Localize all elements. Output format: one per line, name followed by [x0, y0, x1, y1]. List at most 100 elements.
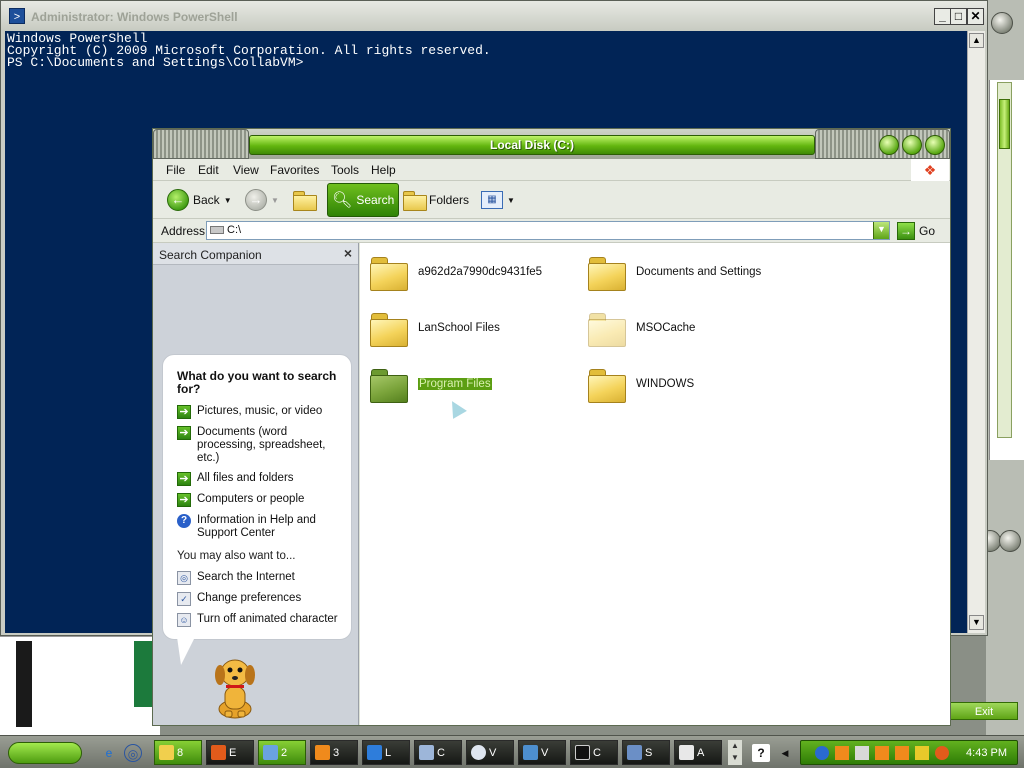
folder-icon	[370, 311, 408, 347]
taskbar-button[interactable]: 3	[310, 740, 358, 765]
option-change-preferences[interactable]: ✓ Change preferences	[177, 592, 347, 606]
tray-network-icon[interactable]	[815, 746, 829, 760]
background-window-right: Exit	[950, 0, 1024, 735]
close-button[interactable]: ✕	[967, 8, 984, 25]
option-label: Pictures, music, or video	[197, 405, 323, 417]
drive-icon	[210, 226, 224, 234]
internet-search-icon: ◎	[177, 571, 191, 585]
option-computers-people[interactable]: ➔ Computers or people	[177, 493, 347, 507]
back-button[interactable]: ← Back ▼	[167, 186, 232, 214]
search-dog-icon[interactable]	[205, 651, 265, 721]
taskbar-scroll-icon[interactable]: ▲ ▼	[728, 740, 742, 765]
dropdown-arrow-icon[interactable]: ▼	[271, 196, 279, 205]
taskbar-button[interactable]: S	[622, 740, 670, 765]
minimize-button[interactable]	[879, 135, 899, 155]
close-icon[interactable]: ×	[344, 245, 352, 261]
views-button[interactable]: ▦ ▼	[481, 186, 515, 214]
menu-file[interactable]: File	[166, 163, 185, 177]
search-companion-title: Search Companion	[159, 248, 262, 262]
media-icon	[471, 745, 486, 760]
up-folder-button[interactable]	[293, 186, 317, 214]
window-button-icon[interactable]	[999, 530, 1021, 552]
taskbar-button[interactable]: A	[674, 740, 722, 765]
menu-help[interactable]: Help	[371, 163, 396, 177]
scroll-down-icon[interactable]: ▼	[969, 615, 984, 630]
folders-button[interactable]: Folders	[403, 186, 469, 214]
background-block	[16, 641, 32, 727]
powershell-titlebar[interactable]: > Administrator: Windows PowerShell _ □ …	[1, 1, 987, 31]
folder-item[interactable]: Documents and Settings	[588, 255, 761, 291]
tray-vlc-icon[interactable]	[875, 746, 889, 760]
menu-tools[interactable]: Tools	[331, 163, 359, 177]
option-label: Change preferences	[197, 592, 302, 604]
dropdown-arrow-icon[interactable]: ▼	[224, 196, 232, 205]
folder-item-selected[interactable]: Program Files	[370, 367, 492, 403]
option-search-internet[interactable]: ◎ Search the Internet	[177, 571, 347, 585]
go-button[interactable]: → Go	[897, 221, 935, 240]
tray-shield-icon[interactable]	[915, 746, 929, 760]
option-turn-off-character[interactable]: ☺ Turn off animated character	[177, 613, 347, 627]
menu-view[interactable]: View	[233, 163, 259, 177]
folder-item[interactable]: a962d2a7990dc9431fe5	[370, 255, 542, 291]
vlc-icon	[315, 745, 330, 760]
option-help-center[interactable]: ? Information in Help and Support Center	[177, 514, 347, 540]
back-arrow-icon: ←	[167, 189, 189, 211]
folders-icon	[403, 191, 427, 211]
taskbar-button[interactable]: C	[570, 740, 618, 765]
search-button[interactable]: 🔍︎ Search	[327, 183, 399, 217]
tray-app-icon[interactable]	[855, 746, 869, 760]
maximize-button[interactable]	[902, 135, 922, 155]
folder-icon	[588, 367, 626, 403]
search-label: Search	[356, 193, 395, 207]
chevron-left-icon[interactable]: ◀	[776, 744, 794, 762]
dropdown-arrow-icon[interactable]: ▼	[507, 196, 515, 205]
taskbar-button[interactable]: E	[206, 740, 254, 765]
close-button[interactable]	[925, 135, 945, 155]
background-scrollbar[interactable]	[997, 82, 1012, 438]
folder-item[interactable]: LanSchool Files	[370, 311, 500, 347]
clock[interactable]: 4:43 PM	[966, 747, 1007, 759]
forward-button[interactable]: → ▼	[245, 186, 279, 214]
arrow-icon: ➔	[177, 493, 191, 507]
scrollbar-thumb[interactable]	[999, 99, 1010, 149]
start-button[interactable]	[8, 742, 82, 764]
file-list[interactable]: a962d2a7990dc9431fe5 Documents and Setti…	[360, 243, 950, 725]
folder-item[interactable]: MSOCache	[588, 311, 695, 347]
menu-edit[interactable]: Edit	[198, 163, 219, 177]
show-desktop-icon[interactable]: ◎	[124, 744, 142, 762]
option-all-files[interactable]: ➔ All files and folders	[177, 472, 347, 486]
explorer-titlebar[interactable]: Local Disk (C:)	[153, 129, 950, 159]
help-icon[interactable]: ?	[752, 744, 770, 762]
preferences-icon: ✓	[177, 592, 191, 606]
tray-search-icon[interactable]	[935, 746, 949, 760]
window-button-icon[interactable]	[991, 12, 1013, 34]
option-pictures[interactable]: ➔ Pictures, music, or video	[177, 405, 347, 419]
address-input[interactable]: C:\ ▼	[206, 221, 890, 240]
taskbar-button[interactable]: L	[362, 740, 410, 765]
taskbar-button[interactable]: V	[518, 740, 566, 765]
minimize-button[interactable]: _	[934, 8, 951, 25]
folder-icon	[159, 745, 174, 760]
search-icon	[211, 745, 226, 760]
taskbar-label: S	[645, 746, 653, 759]
console-scrollbar[interactable]: ▲ ▼	[967, 31, 985, 633]
titlebar-decoration	[153, 129, 249, 159]
address-value: C:\	[227, 224, 242, 236]
scroll-up-icon[interactable]: ▲	[969, 33, 984, 48]
folder-name: LanSchool Files	[418, 322, 500, 334]
taskbar-button[interactable]: 8	[154, 740, 202, 765]
tray-vlc-icon[interactable]	[895, 746, 909, 760]
taskbar-button[interactable]: V	[466, 740, 514, 765]
maximize-button[interactable]: □	[950, 8, 967, 25]
taskbar-button[interactable]: C	[414, 740, 462, 765]
cmd-icon	[575, 745, 590, 760]
ie-icon[interactable]: e	[100, 744, 118, 762]
chevron-down-icon[interactable]: ▼	[873, 222, 889, 239]
folder-icon	[370, 367, 408, 403]
option-documents[interactable]: ➔ Documents (word processing, spreadsheet…	[177, 426, 347, 465]
exit-button[interactable]: Exit	[950, 702, 1018, 720]
taskbar-button[interactable]: 2	[258, 740, 306, 765]
menu-favorites[interactable]: Favorites	[270, 163, 319, 177]
tray-vlc-icon[interactable]	[835, 746, 849, 760]
folder-item[interactable]: WINDOWS	[588, 367, 694, 403]
